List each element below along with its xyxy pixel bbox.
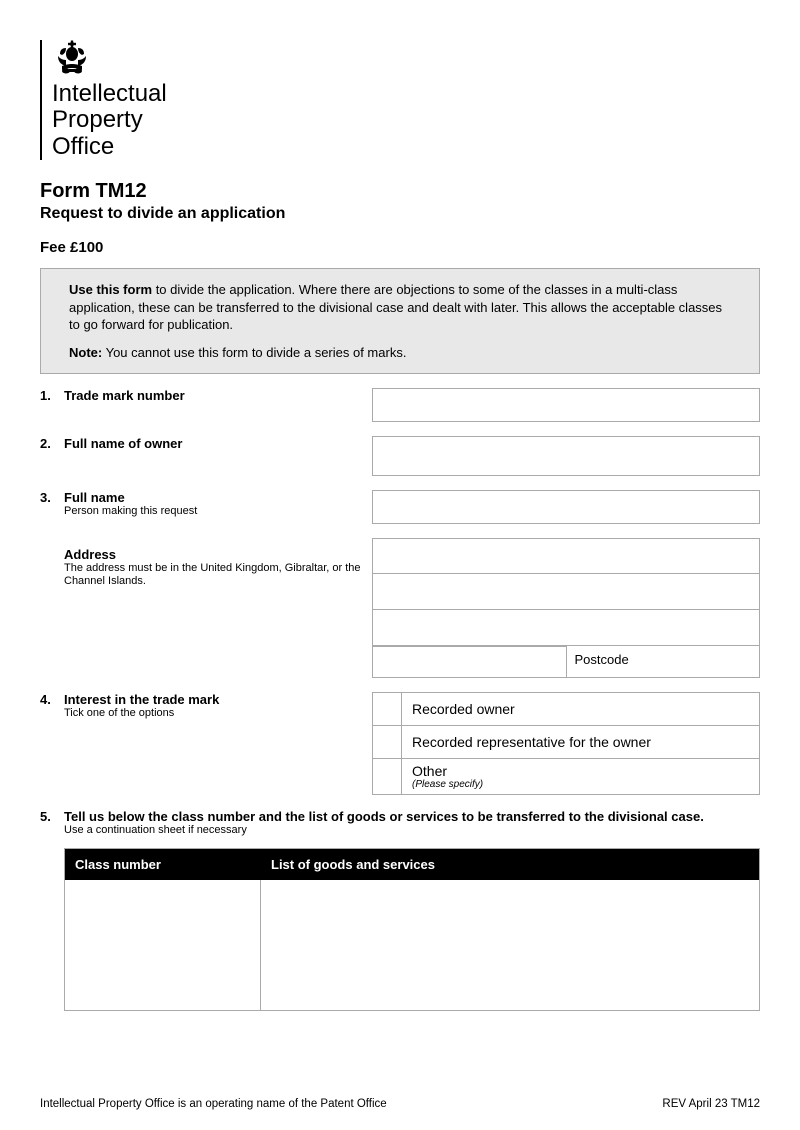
q5-row: 5. Tell us below the class number and th… xyxy=(40,809,760,837)
address-line1-input[interactable] xyxy=(372,538,760,574)
class-number-cell[interactable] xyxy=(65,880,261,1010)
col-goods-list: List of goods and services xyxy=(261,849,759,880)
owner-name-input[interactable] xyxy=(372,436,760,476)
q1-input-col xyxy=(372,388,760,422)
postcode-row: Postcode xyxy=(372,646,760,678)
page: Intellectual Property Office Form TM12 R… xyxy=(0,0,800,1130)
q4-label-col: Interest in the trade mark Tick one of t… xyxy=(64,692,372,795)
org-line3: Office xyxy=(52,134,167,160)
goods-table-body xyxy=(65,880,759,1010)
opt-recorded-owner-label: Recorded owner xyxy=(402,692,760,726)
q4-options: Recorded owner Recorded representative f… xyxy=(372,692,760,795)
logo-content: Intellectual Property Office xyxy=(52,40,167,160)
logo-divider xyxy=(40,40,42,160)
goods-list-cell[interactable] xyxy=(261,880,759,1010)
instructions-box: Use this form to divide the application.… xyxy=(40,268,760,374)
page-footer: Intellectual Property Office is an opera… xyxy=(40,1098,760,1110)
q5-content: Tell us below the class number and the l… xyxy=(64,809,760,837)
q3-name-sub: Person making this request xyxy=(64,505,362,518)
org-line1: Intellectual xyxy=(52,81,167,107)
q3-row: 3. Full name Person making this request … xyxy=(40,490,760,678)
opt-recorded-rep: Recorded representative for the owner xyxy=(372,726,760,759)
q2-label-col: Full name of owner xyxy=(64,436,372,476)
q3-label-col: Full name Person making this request Add… xyxy=(64,490,372,678)
use-text: to divide the application. Where there a… xyxy=(69,282,722,332)
opt-other-label: Other (Please specify) xyxy=(402,759,760,795)
opt-recorded-owner-checkbox[interactable] xyxy=(372,692,402,726)
use-intro: Use this form xyxy=(69,282,152,297)
q2-label: Full name of owner xyxy=(64,436,362,451)
footer-left: Intellectual Property Office is an opera… xyxy=(40,1098,387,1110)
address-line4-input[interactable] xyxy=(372,646,567,678)
q4-sub: Tick one of the options xyxy=(64,707,362,720)
q1-label-col: Trade mark number xyxy=(64,388,372,422)
note-text: You cannot use this form to divide a ser… xyxy=(102,345,406,360)
q5-label: Tell us below the class number and the l… xyxy=(64,809,760,824)
org-line2: Property xyxy=(52,107,167,133)
q4-number: 4. xyxy=(40,692,64,795)
q2-number: 2. xyxy=(40,436,64,476)
q3-number: 3. xyxy=(40,490,64,678)
q1-number: 1. xyxy=(40,388,64,422)
form-code: Form TM12 xyxy=(40,180,760,203)
requester-name-input[interactable] xyxy=(372,490,760,524)
q4-label: Interest in the trade mark xyxy=(64,692,362,707)
q3-name-label: Full name xyxy=(64,490,362,505)
q3-address-label: Address xyxy=(64,547,362,562)
q4-row: 4. Interest in the trade mark Tick one o… xyxy=(40,692,760,795)
opt-recorded-owner: Recorded owner xyxy=(372,692,760,726)
q3-address-labels: Address The address must be in the Unite… xyxy=(64,547,362,588)
opt-other-checkbox[interactable] xyxy=(372,759,402,795)
postcode-input[interactable]: Postcode xyxy=(567,646,761,678)
opt-other-text: Other xyxy=(412,763,447,779)
address-line2-input[interactable] xyxy=(372,574,760,610)
col-class-number: Class number xyxy=(65,849,261,880)
goods-table: Class number List of goods and services xyxy=(64,848,760,1011)
q3-address-sub: The address must be in the United Kingdo… xyxy=(64,562,362,588)
q5-sub: Use a continuation sheet if necessary xyxy=(64,824,760,837)
form-fee: Fee £100 xyxy=(40,239,760,256)
address-line3-input[interactable] xyxy=(372,610,760,646)
address-fields: Postcode xyxy=(372,538,760,678)
opt-other-sub: (Please specify) xyxy=(412,779,749,790)
org-name: Intellectual Property Office xyxy=(52,81,167,160)
goods-table-header: Class number List of goods and services xyxy=(65,849,759,880)
crown-crest-icon xyxy=(52,40,167,77)
opt-recorded-rep-label: Recorded representative for the owner xyxy=(402,726,760,759)
logo-block: Intellectual Property Office xyxy=(40,40,760,160)
opt-recorded-rep-checkbox[interactable] xyxy=(372,726,402,759)
q2-row: 2. Full name of owner xyxy=(40,436,760,476)
q5-number: 5. xyxy=(40,809,64,837)
note-intro: Note: xyxy=(69,345,102,360)
q2-input-col xyxy=(372,436,760,476)
form-title: Request to divide an application xyxy=(40,205,760,223)
postcode-label: Postcode xyxy=(575,652,629,667)
q3-input-col: Postcode xyxy=(372,490,760,678)
footer-right: REV April 23 TM12 xyxy=(662,1098,760,1110)
q1-label: Trade mark number xyxy=(64,388,362,403)
opt-other: Other (Please specify) xyxy=(372,759,760,795)
q1-row: 1. Trade mark number xyxy=(40,388,760,422)
instructions-use: Use this form to divide the application.… xyxy=(69,281,731,334)
instructions-note: Note: You cannot use this form to divide… xyxy=(69,344,731,362)
trade-mark-number-input[interactable] xyxy=(372,388,760,422)
